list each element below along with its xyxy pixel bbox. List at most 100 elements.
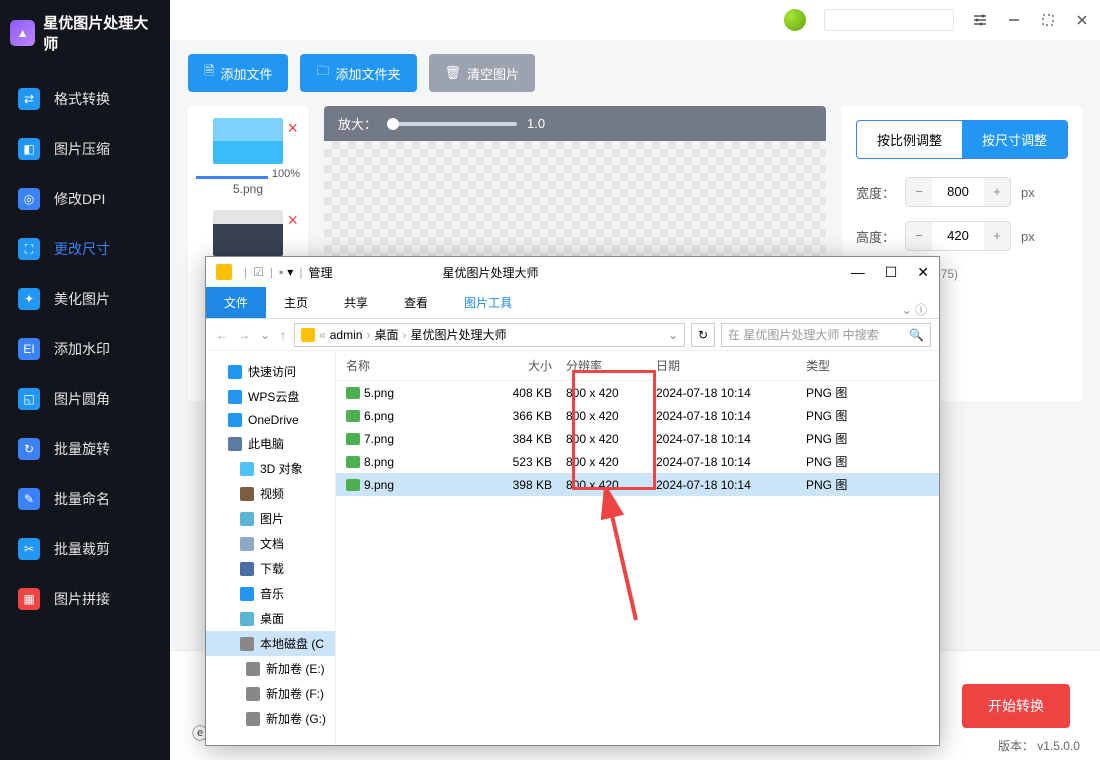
width-plus-button[interactable]: + (984, 178, 1010, 206)
folder-icon (240, 612, 254, 626)
sidebar-item-compress[interactable]: ◧图片压缩 (0, 124, 170, 174)
sidebar-item-beautify[interactable]: ✦美化图片 (0, 274, 170, 324)
png-icon (346, 479, 360, 491)
onedrive[interactable]: OneDrive (206, 409, 335, 431)
explorer-search-input[interactable]: 在 星优图片处理大师 中搜索🔍 (721, 323, 931, 347)
sidebar-item-label: 图片圆角 (54, 389, 110, 409)
drive-g[interactable]: 新加卷 (G:) (206, 706, 335, 731)
file-row[interactable]: 5.png408 KB800 x 4202024-07-18 10:14PNG … (336, 381, 939, 404)
file-resolution: 800 x 420 (566, 432, 656, 446)
sidebar-item-resize[interactable]: ⛶更改尺寸 (0, 224, 170, 274)
side-label: 图片 (260, 510, 284, 527)
folder-icon (240, 462, 254, 476)
add-folder-button[interactable]: 🗀添加文件夹 (300, 54, 416, 92)
file-thumb[interactable]: × 100% 5.png (196, 118, 300, 196)
zoom-slider[interactable] (387, 122, 517, 126)
sidebar-item-label: 图片拼接 (54, 589, 110, 609)
height-value[interactable]: 420 (932, 222, 984, 250)
sidebar-item-rename[interactable]: ✎批量命名 (0, 474, 170, 524)
width-row: 宽度： − 800 + px (856, 177, 1068, 207)
sidebar-item-rotate[interactable]: ↻批量旋转 (0, 424, 170, 474)
minimize-icon[interactable] (1006, 12, 1022, 28)
drive-e[interactable]: 新加卷 (E:) (206, 656, 335, 681)
width-value[interactable]: 800 (932, 178, 984, 206)
col-size[interactable]: 大小 (486, 357, 566, 374)
desktop[interactable]: 桌面 (206, 606, 335, 631)
drive-c[interactable]: 本地磁盘 (C (206, 631, 335, 656)
explorer-file-list: 名称 大小 分辨率 日期 类型 5.png408 KB800 x 4202024… (336, 351, 939, 745)
height-minus-button[interactable]: − (906, 222, 932, 250)
videos[interactable]: 视频 (206, 481, 335, 506)
slider-thumb[interactable] (387, 118, 399, 130)
folder-icon (216, 264, 232, 280)
add-file-button[interactable]: 🗎添加文件 (188, 54, 288, 92)
breadcrumb-part[interactable]: 星优图片处理大师 (410, 326, 506, 343)
explorer-close-icon[interactable]: ✕ (917, 264, 929, 281)
preview-toolbar: 放大： 1.0 (324, 106, 826, 141)
drive-f[interactable]: 新加卷 (F:) (206, 681, 335, 706)
sidebar-item-crop[interactable]: ✂批量裁剪 (0, 524, 170, 574)
ribbon-tab-share[interactable]: 共享 (326, 287, 386, 318)
maximize-icon[interactable] (1040, 12, 1056, 28)
file-row[interactable]: 8.png523 KB800 x 4202024-07-18 10:14PNG … (336, 450, 939, 473)
sidebar-item-corner[interactable]: ◱图片圆角 (0, 374, 170, 424)
ribbon-tab-file[interactable]: 文件 (206, 287, 266, 318)
file-row[interactable]: 7.png384 KB800 x 4202024-07-18 10:14PNG … (336, 427, 939, 450)
col-date[interactable]: 日期 (656, 357, 806, 374)
music[interactable]: 音乐 (206, 581, 335, 606)
sidebar-item-merge[interactable]: ▦图片拼接 (0, 574, 170, 624)
breadcrumb-part[interactable]: 桌面 (374, 326, 398, 343)
sidebar-item-dpi[interactable]: ◎修改DPI (0, 174, 170, 224)
quick-access[interactable]: 快速访问 (206, 359, 335, 384)
pc-icon (228, 437, 242, 451)
file-size: 398 KB (486, 478, 566, 492)
nav-recent-icon[interactable]: ⌄ (258, 328, 272, 342)
sidebar-item-format[interactable]: ⇄格式转换 (0, 74, 170, 124)
file-row[interactable]: 6.png366 KB800 x 4202024-07-18 10:14PNG … (336, 404, 939, 427)
remove-file-icon[interactable]: × (287, 118, 298, 139)
clear-button[interactable]: 🗑清空图片 (429, 54, 536, 92)
refresh-icon[interactable]: ↻ (691, 323, 715, 347)
settings-icon[interactable] (972, 12, 988, 28)
tab-ratio[interactable]: 按比例调整 (857, 121, 962, 158)
nav-forward-icon[interactable]: → (236, 328, 252, 342)
col-type[interactable]: 类型 (806, 357, 866, 374)
height-plus-button[interactable]: + (984, 222, 1010, 250)
nav-back-icon[interactable]: ← (214, 328, 230, 342)
sidebar-item-label: 图片压缩 (54, 139, 110, 159)
sidebar-item-label: 修改DPI (54, 189, 105, 209)
side-label: 3D 对象 (260, 460, 303, 477)
pictures[interactable]: 图片 (206, 506, 335, 531)
breadcrumb-part[interactable]: admin (330, 328, 363, 342)
ribbon-expand-icon[interactable]: ⌄ ⓘ (890, 301, 939, 318)
documents[interactable]: 文档 (206, 531, 335, 556)
file-resolution: 800 x 420 (566, 455, 656, 469)
3d-objects[interactable]: 3D 对象 (206, 456, 335, 481)
explorer-maximize-icon[interactable]: ☐ (885, 264, 898, 281)
this-pc[interactable]: 此电脑 (206, 431, 335, 456)
file-size: 523 KB (486, 455, 566, 469)
col-resolution[interactable]: 分辨率 (566, 357, 656, 374)
app-title: 星优图片处理大师 (43, 12, 160, 54)
drive-icon (246, 662, 260, 676)
remove-file-icon[interactable]: × (287, 210, 298, 231)
tab-size[interactable]: 按尺寸调整 (962, 121, 1067, 158)
file-thumb[interactable]: × (196, 210, 300, 256)
nav-up-icon[interactable]: ↑ (278, 328, 288, 342)
ribbon-tab-view[interactable]: 查看 (386, 287, 446, 318)
file-row[interactable]: 9.png398 KB800 x 4202024-07-18 10:14PNG … (336, 473, 939, 496)
user-avatar[interactable] (784, 9, 806, 31)
col-name[interactable]: 名称 (346, 357, 486, 374)
user-box[interactable] (824, 9, 954, 31)
breadcrumb[interactable]: « admin› 桌面› 星优图片处理大师 ⌄ (294, 323, 685, 347)
explorer-minimize-icon[interactable]: — (851, 264, 865, 281)
ribbon-tab-tool[interactable]: 图片工具 (446, 287, 530, 318)
downloads[interactable]: 下载 (206, 556, 335, 581)
start-convert-button[interactable]: 开始转换 (962, 684, 1070, 728)
ribbon-tab-home[interactable]: 主页 (266, 287, 326, 318)
width-minus-button[interactable]: − (906, 178, 932, 206)
wps-cloud[interactable]: WPS云盘 (206, 384, 335, 409)
width-stepper: − 800 + (905, 177, 1011, 207)
sidebar-item-watermark[interactable]: EI添加水印 (0, 324, 170, 374)
close-icon[interactable] (1074, 12, 1090, 28)
